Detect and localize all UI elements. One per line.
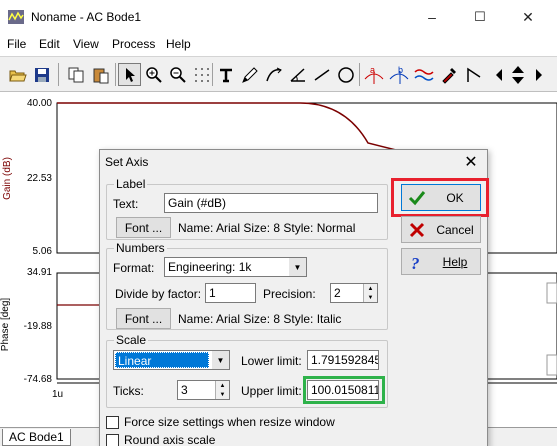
menu-edit[interactable]: Edit [39,37,60,51]
wave-icon[interactable] [412,63,435,86]
save-icon[interactable] [30,63,53,86]
menu-file[interactable]: File [7,37,26,51]
set-axis-dialog: Set Axis ✕ Label Text: Gain (#dB) Font .… [99,149,489,446]
cancel-x-icon [409,222,425,238]
copy-icon[interactable] [64,63,87,86]
round-scale-label: Round axis scale [124,433,216,446]
zoom-in-icon[interactable] [142,63,165,86]
dropper-icon[interactable] [437,63,460,86]
format-select[interactable]: Engineering: 1k ▼ [164,257,307,277]
pointer-icon[interactable] [118,63,141,86]
numbers-group-legend: Numbers [114,241,167,255]
dialog-close-icon[interactable]: ✕ [461,152,481,172]
x-tick-label: 1u [52,389,64,400]
spinner-arrows-icon[interactable]: ▲ ▼ [215,381,229,399]
dialog-title: Set Axis [105,155,149,169]
zoom-100-icon[interactable] [166,63,189,86]
gain-tick-bottom: 5.06 [32,246,52,257]
scale-group-legend: Scale [114,333,149,347]
label-group: Label Text: Gain (#dB) Font ... Name: Ar… [106,177,388,240]
menu-view[interactable]: View [73,37,99,51]
svg-text:?: ? [411,254,420,271]
line-icon[interactable] [310,63,333,86]
toolbar: a b [0,56,557,92]
minimize-button[interactable]: – [409,0,455,34]
numbers-group: Numbers Format: Engineering: 1k ▼ Divide… [106,241,388,330]
tab-ac-bode1[interactable]: AC Bode1 [2,429,71,446]
curve-icon[interactable] [262,63,285,86]
gain-axis-label: Gain (dB) [1,157,13,200]
flag-icon[interactable] [462,63,485,86]
paste-icon[interactable] [89,63,112,86]
check-icon [408,191,426,206]
numbers-font-info: Name: Arial Size: 8 Style: Italic [178,312,342,326]
phase-tick-top: 34.91 [26,267,52,278]
ticks-spinner[interactable]: 3 ▲ ▼ [177,380,230,400]
window-title: Noname - AC Bode1 [31,10,142,24]
menu-bar: File Edit View Process Help [0,34,557,54]
marker-a-icon[interactable]: a [362,63,385,86]
phase-tick-bottom: -74.68 [23,374,52,385]
up-down-icon[interactable] [506,63,529,86]
precision-label: Precision: [263,287,316,301]
grid-icon[interactable] [190,63,213,86]
text-icon[interactable] [214,63,237,86]
gain-tick-top: 40.00 [26,98,52,109]
divide-field[interactable]: 1 [205,283,256,303]
svg-text:b: b [398,65,403,75]
spinner-arrows-icon[interactable]: ▲ ▼ [363,284,377,302]
right-arrow-icon[interactable] [527,63,550,86]
marker-b-icon[interactable]: b [387,63,410,86]
divide-label: Divide by factor: [115,287,202,301]
round-scale-checkbox[interactable] [106,434,119,446]
help-button[interactable]: ? Help [401,248,481,275]
lower-limit-field[interactable]: 1.791592845 [307,350,379,370]
ok-button[interactable]: OK [401,184,481,211]
close-button[interactable]: ✕ [505,0,551,34]
chevron-down-icon[interactable]: ▼ [212,351,229,369]
help-question-icon: ? [411,254,420,271]
menu-help[interactable]: Help [166,37,191,51]
ticks-label: Ticks: [113,384,144,398]
label-text-field[interactable]: Gain (#dB) [164,193,378,213]
label-font-button[interactable]: Font ... [116,217,171,238]
precision-spinner[interactable]: 2 ▲ ▼ [330,283,378,303]
lower-limit-label: Lower limit: [241,354,302,368]
label-font-info: Name: Arial Size: 8 Style: Normal [178,221,356,235]
upper-limit-label: Upper limit: [241,384,302,398]
numbers-font-button[interactable]: Font ... [116,308,171,329]
phase-axis-label: Phase [deg] [0,297,12,352]
force-size-label: Force size settings when resize window [124,415,335,429]
scale-type-select[interactable]: Linear ▼ [113,350,230,370]
chevron-down-icon[interactable]: ▼ [289,258,306,276]
pen-icon[interactable] [238,63,261,86]
maximize-button[interactable]: ☐ [457,0,503,34]
format-label: Format: [113,261,155,275]
app-icon [8,10,24,24]
circle-icon[interactable] [334,63,357,86]
label-group-legend: Label [114,177,148,191]
angle-icon[interactable] [286,63,309,86]
title-bar: Noname - AC Bode1 – ☐ ✕ [0,0,557,34]
upper-limit-highlight [303,376,385,404]
open-icon[interactable] [6,63,29,86]
force-size-checkbox[interactable] [106,416,119,429]
menu-process[interactable]: Process [112,37,155,51]
text-label: Text: [113,197,139,211]
cancel-button[interactable]: Cancel [401,216,481,243]
